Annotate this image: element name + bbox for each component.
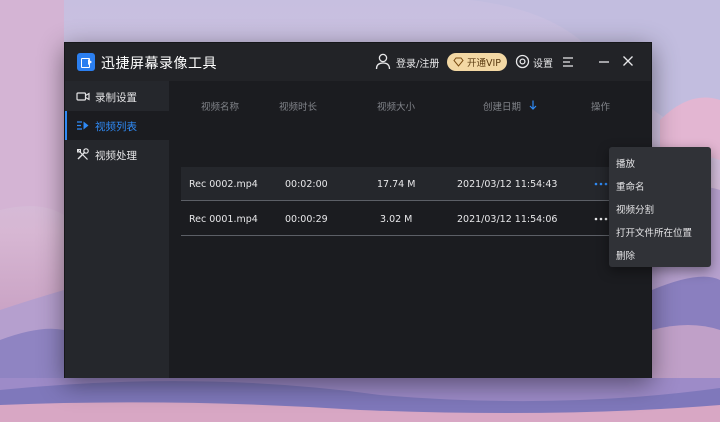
menu-item-rename[interactable]: 重命名 — [616, 179, 645, 193]
video-list-icon — [77, 121, 89, 130]
settings-label[interactable]: 设置 — [533, 55, 553, 70]
login-register-link[interactable]: 登录/注册 — [396, 55, 439, 70]
cell-date: 2021/03/12 11:54:43 — [457, 179, 558, 190]
sidebar-item-video-processing[interactable]: 视频处理 — [65, 140, 169, 169]
vip-label: 开通VIP — [467, 58, 502, 69]
menu-item-open-file-location[interactable]: 打开文件所在位置 — [616, 225, 692, 239]
app-logo-icon — [77, 53, 95, 71]
sidebar-item-label: 录制设置 — [95, 92, 137, 104]
sidebar-item-label: 视频列表 — [95, 121, 137, 133]
open-vip-button[interactable]: 开通VIP — [447, 53, 507, 71]
more-options-icon[interactable] — [594, 217, 608, 221]
minimize-icon[interactable] — [598, 56, 610, 68]
sidebar-item-record-settings[interactable]: 录制设置 — [65, 82, 169, 111]
cell-size: 17.74 M — [377, 179, 416, 190]
close-icon[interactable] — [622, 55, 634, 67]
cell-name: Rec 0001.mp4 — [189, 214, 258, 225]
column-header-size: 视频大小 — [377, 102, 416, 113]
cell-name: Rec 0002.mp4 — [189, 179, 258, 190]
context-menu: 播放 重命名 视频分割 打开文件所在位置 删除 — [609, 147, 711, 267]
tools-icon — [77, 148, 89, 160]
more-options-icon[interactable] — [594, 182, 608, 186]
table-header: 视频名称 视频时长 视频大小 创建日期 操作 — [169, 95, 651, 115]
table-row[interactable]: Rec 0002.mp4 00:02:00 17.74 M 2021/03/12… — [181, 167, 637, 201]
menu-item-play[interactable]: 播放 — [616, 156, 635, 170]
cell-size: 3.02 M — [380, 214, 413, 225]
menu-item-split-video[interactable]: 视频分割 — [616, 202, 654, 216]
cell-duration: 00:00:29 — [285, 214, 328, 225]
column-header-duration: 视频时长 — [279, 102, 318, 113]
table-row[interactable]: Rec 0001.mp4 00:00:29 3.02 M 2021/03/12 … — [181, 202, 637, 236]
column-header-actions: 操作 — [591, 102, 611, 113]
video-list-panel: 视频名称 视频时长 视频大小 创建日期 操作 Rec 0002.mp4 00:0… — [169, 81, 651, 378]
user-icon[interactable] — [375, 53, 391, 70]
column-header-name: 视频名称 — [201, 102, 240, 113]
gear-icon[interactable] — [515, 54, 530, 69]
app-window: 迅捷屏幕录像工具 登录/注册 开通VIP 设置 录制设置 视频列表 视频处理 视… — [64, 42, 652, 378]
hamburger-menu-icon[interactable] — [562, 56, 574, 68]
app-title: 迅捷屏幕录像工具 — [101, 56, 217, 72]
column-header-date[interactable]: 创建日期 — [483, 99, 521, 113]
menu-item-delete[interactable]: 删除 — [616, 248, 635, 262]
sidebar-item-video-list[interactable]: 视频列表 — [65, 111, 169, 140]
title-bar[interactable]: 迅捷屏幕录像工具 登录/注册 开通VIP 设置 — [65, 43, 651, 81]
cell-duration: 00:02:00 — [285, 179, 328, 190]
sidebar: 录制设置 视频列表 视频处理 — [65, 81, 169, 378]
diamond-icon — [453, 57, 464, 67]
cell-date: 2021/03/12 11:54:06 — [457, 214, 558, 225]
sidebar-item-label: 视频处理 — [95, 150, 137, 162]
sort-descending-icon[interactable] — [529, 100, 537, 110]
video-camera-icon — [76, 92, 90, 101]
